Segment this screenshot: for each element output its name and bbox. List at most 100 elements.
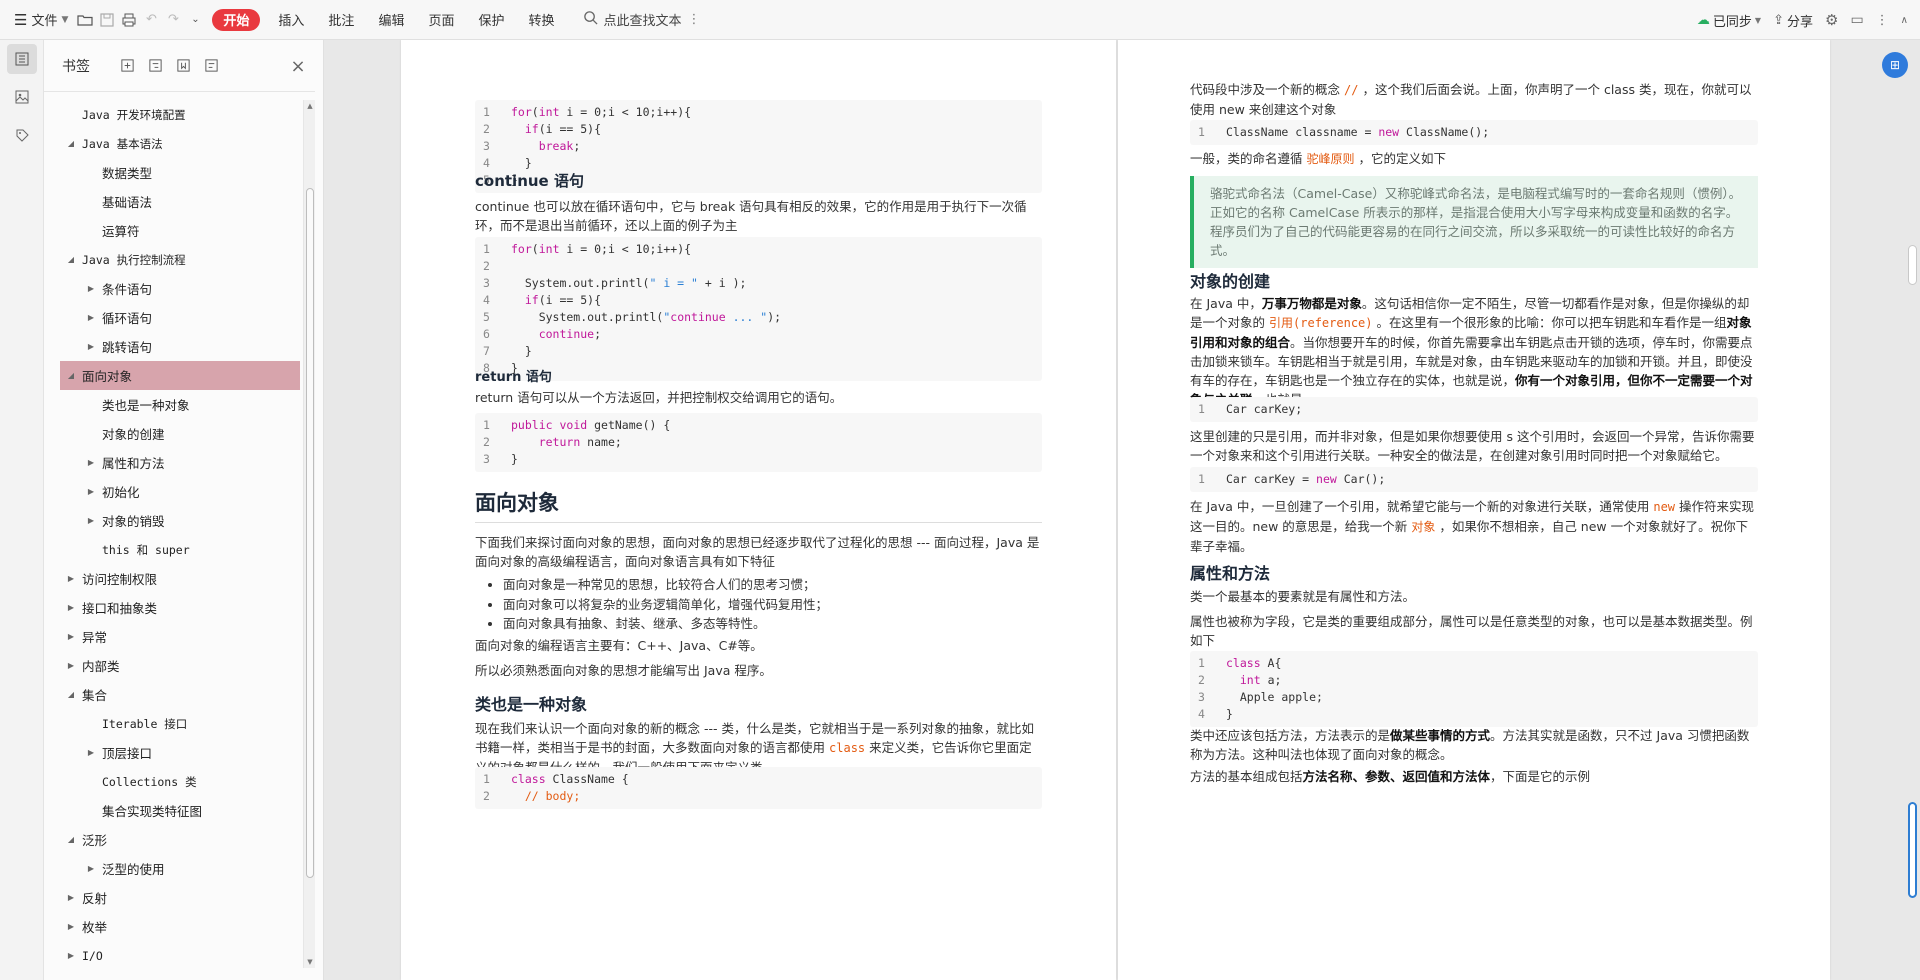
caret-right-icon[interactable]: ▶ xyxy=(66,603,76,613)
bookmark-item[interactable]: ▶ 对象的销毁 xyxy=(60,506,300,535)
gear-icon[interactable]: ⚙ xyxy=(1825,11,1838,29)
bookmark-item[interactable]: Iterable 接口 xyxy=(60,709,300,738)
code-block-return[interactable]: 1 public void getName() {2 return name; 3} xyxy=(475,413,1042,472)
code-block-new-classname[interactable]: 1 ClassName classname = new ClassName(); xyxy=(1190,120,1758,145)
bookmark-item[interactable]: ▶ 初始化 xyxy=(60,477,300,506)
bookmark-item[interactable]: ▶ I/O xyxy=(60,941,300,968)
bookmark-item[interactable]: ◢ Java 基本语法 xyxy=(60,129,300,158)
bookmark-item[interactable]: ▶ 条件语句 xyxy=(60,274,300,303)
bookmark-item[interactable]: ▶ 循环语句 xyxy=(60,303,300,332)
bookmark-list-icon[interactable] xyxy=(200,55,222,77)
bookmark-item[interactable]: ▶ 枚举 xyxy=(60,912,300,941)
scroll-down-icon[interactable]: ▼ xyxy=(304,956,316,968)
comment-icon[interactable]: ▭ xyxy=(1850,12,1863,28)
caret-right-icon[interactable]: ▶ xyxy=(86,748,96,758)
caret-right-icon[interactable]: ▶ xyxy=(66,632,76,642)
menu-convert[interactable]: 转换 xyxy=(516,6,566,34)
bookmark-item[interactable]: ▶ 访问控制权限 xyxy=(60,564,300,593)
code-block-class[interactable]: 1 class ClassName {2 // body; xyxy=(475,767,1042,809)
code-line: 1 for(int i = 0;i < 10;i++){ xyxy=(475,104,1042,121)
menu-start[interactable]: 开始 xyxy=(212,8,261,31)
bookmark-item[interactable]: 基础语法 xyxy=(60,187,300,216)
code-block-new-car[interactable]: 1 Car carKey = new Car(); xyxy=(1190,467,1758,492)
code-block-class-a[interactable]: 1 class A{2 int a; 3 Apple apple; 4} xyxy=(1190,651,1758,727)
bookmark-scrollbar[interactable]: ▲ ▼ xyxy=(303,100,315,968)
bookmark-item[interactable]: ▶ 顶层接口 xyxy=(60,738,300,767)
caret-right-icon[interactable]: ▶ xyxy=(86,342,96,352)
caret-down-icon[interactable]: ◢ xyxy=(66,690,76,700)
bookmark-item[interactable]: 对象的创建 xyxy=(60,419,300,448)
caret-right-icon[interactable]: ▶ xyxy=(86,313,96,323)
collapse-ribbon-icon[interactable]: ∧ xyxy=(1901,15,1908,26)
redo-icon[interactable]: ↷ xyxy=(162,9,184,31)
bookmark-item[interactable]: 运算符 xyxy=(60,216,300,245)
share-button[interactable]: ⇪ 分享 xyxy=(1773,11,1813,30)
caret-down-icon[interactable]: ◢ xyxy=(66,139,76,149)
bookmark-item[interactable]: 数据类型 xyxy=(60,158,300,187)
thumbnail-image-icon[interactable] xyxy=(7,82,37,112)
bookmark-item[interactable]: ▶ 内部类 xyxy=(60,651,300,680)
bookmark-item[interactable]: ◢ Java 执行控制流程 xyxy=(60,245,300,274)
menu-insert[interactable]: 插入 xyxy=(266,6,316,34)
tag-icon[interactable] xyxy=(7,120,37,150)
caret-right-icon[interactable]: ▶ xyxy=(86,487,96,497)
undo-icon[interactable]: ↶ xyxy=(140,9,162,31)
bookmark-item[interactable]: ◢ 面向对象 xyxy=(60,361,300,390)
bookmark-item[interactable]: ▶ 反射 xyxy=(60,883,300,912)
add-bookmark-icon[interactable] xyxy=(116,55,138,77)
find-text-button[interactable]: 点此查找文本 ⋮ xyxy=(583,10,701,29)
caret-right-icon[interactable]: ▶ xyxy=(66,574,76,584)
bookmark-settings-icon[interactable] xyxy=(172,55,194,77)
document-scrollbar[interactable] xyxy=(1906,40,1920,980)
save-icon[interactable] xyxy=(96,9,118,31)
menu-comment[interactable]: 批注 xyxy=(316,6,366,34)
caret-right-icon[interactable]: ▶ xyxy=(86,516,96,526)
file-menu-button[interactable]: ☰ 文件 ▼ xyxy=(8,6,74,34)
bookmark-item[interactable]: ▶ 跳转语句 xyxy=(60,332,300,361)
scroll-thumb-small[interactable] xyxy=(1908,245,1917,285)
caret-right-icon[interactable]: ▶ xyxy=(66,661,76,671)
bookmark-label: 类也是一种对象 xyxy=(102,398,190,413)
caret-right-icon[interactable]: ▶ xyxy=(66,951,76,961)
bookmark-item[interactable]: this 和 super xyxy=(60,535,300,564)
code-block-car-key[interactable]: 1 Car carKey; xyxy=(1190,397,1758,422)
caret-right-icon[interactable]: ▶ xyxy=(86,458,96,468)
menu-page[interactable]: 页面 xyxy=(416,6,466,34)
bookmark-item[interactable]: Collections 类 xyxy=(60,767,300,796)
caret-right-icon[interactable]: ▶ xyxy=(66,893,76,903)
more-dropdown-icon[interactable]: ⌄ xyxy=(184,9,206,31)
bookmark-item[interactable]: ◢ 集合 xyxy=(60,680,300,709)
open-folder-icon[interactable] xyxy=(74,9,96,31)
sync-status-button[interactable]: ☁ 已同步 ▼ xyxy=(1697,11,1761,30)
line-number: 7 xyxy=(483,344,490,358)
bookmark-item[interactable]: 集合实现类特征图 xyxy=(60,796,300,825)
print-icon[interactable] xyxy=(118,9,140,31)
caret-right-icon[interactable]: ▶ xyxy=(86,864,96,874)
caret-down-icon[interactable]: ◢ xyxy=(66,255,76,265)
bookmark-item[interactable]: ▶ 泛型的使用 xyxy=(60,854,300,883)
bookmark-item[interactable]: ▶ 属性和方法 xyxy=(60,448,300,477)
bookmark-scroll-thumb[interactable] xyxy=(306,188,314,878)
bookmark-item[interactable]: Java 开发环境配置 xyxy=(60,100,300,129)
add-sub-bookmark-icon[interactable] xyxy=(144,55,166,77)
caret-right-icon[interactable]: ▶ xyxy=(86,284,96,294)
scroll-thumb-active[interactable] xyxy=(1908,802,1917,898)
bookmark-item[interactable]: ▶ 接口和抽象类 xyxy=(60,593,300,622)
bookmark-item[interactable]: ◢ 泛形 xyxy=(60,825,300,854)
paragraph-oo-must: 所以必须熟悉面向对象的思想才能编写出 Java 程序。 xyxy=(475,663,772,678)
scroll-up-icon[interactable]: ▲ xyxy=(304,100,316,112)
list-item: 面向对象是一种常见的思想，比较符合人们的思考习惯； xyxy=(503,575,1042,595)
menu-protect[interactable]: 保护 xyxy=(466,6,516,34)
menu-edit[interactable]: 编辑 xyxy=(366,6,416,34)
floating-translate-icon[interactable]: ⊞ xyxy=(1882,52,1908,78)
caret-down-icon[interactable]: ◢ xyxy=(66,835,76,845)
bookmark-panel-icon[interactable] xyxy=(7,44,37,74)
caret-down-icon[interactable]: ◢ xyxy=(66,371,76,381)
bookmark-item[interactable]: 类也是一种对象 xyxy=(60,390,300,419)
caret-right-icon[interactable]: ▶ xyxy=(66,922,76,932)
more-options-icon[interactable]: ⋮ xyxy=(1876,13,1889,28)
close-icon[interactable]: × xyxy=(287,55,309,77)
bookmark-label: I/O xyxy=(82,948,103,963)
code-block-continue[interactable]: 1 for(int i = 0;i < 10;i++){2 3 System.out… xyxy=(475,237,1042,381)
bookmark-item[interactable]: ▶ 异常 xyxy=(60,622,300,651)
